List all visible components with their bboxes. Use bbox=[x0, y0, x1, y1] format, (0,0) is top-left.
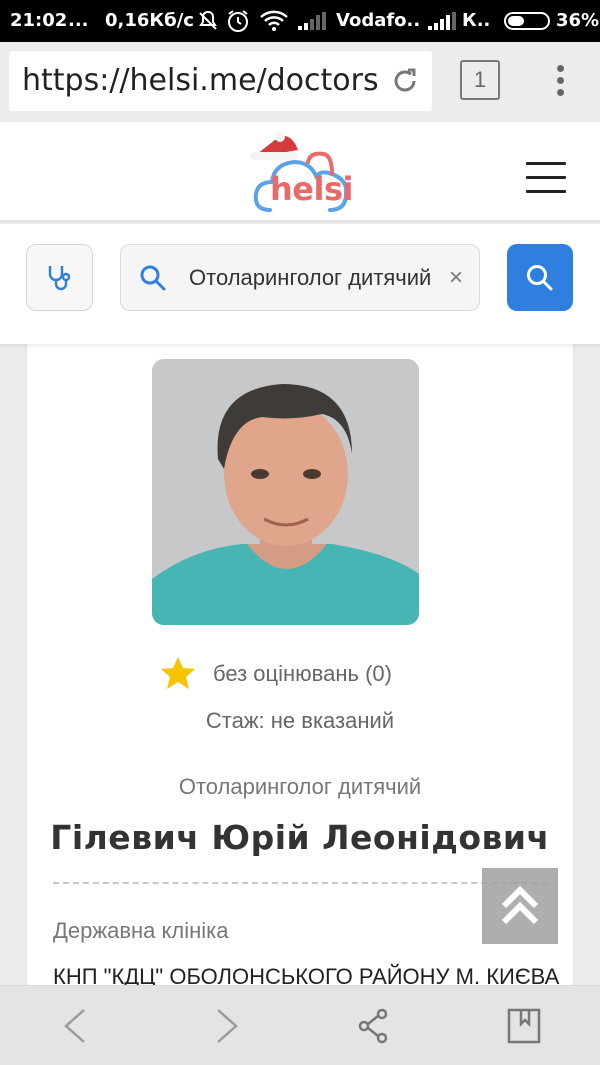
signal-icon bbox=[298, 12, 326, 30]
rating-text: без оцінювань (0) bbox=[213, 661, 392, 686]
signal-icon bbox=[428, 12, 456, 30]
status-speed: 0,16Кб/с bbox=[105, 10, 194, 31]
star-icon bbox=[161, 657, 195, 689]
status-carrier-2: К.. bbox=[462, 10, 491, 31]
doctor-name[interactable]: Гілевич Юрій Леонідович bbox=[27, 818, 573, 857]
search-input[interactable]: Отоларинголог дитячий × bbox=[120, 244, 480, 311]
back-icon[interactable] bbox=[56, 1006, 96, 1046]
divider bbox=[53, 882, 547, 884]
status-carrier-1: Vodafo.. bbox=[336, 10, 421, 31]
logo-text: helsi bbox=[270, 170, 353, 208]
stethoscope-icon bbox=[48, 266, 71, 291]
browser-bottom-nav bbox=[0, 985, 600, 1065]
specialty-filter-button[interactable] bbox=[26, 244, 93, 311]
search-section: Отоларинголог дитячий × bbox=[0, 224, 600, 344]
mute-icon bbox=[199, 10, 217, 30]
scroll-to-top-button[interactable] bbox=[482, 868, 558, 944]
status-dots: ... bbox=[68, 10, 89, 31]
url-text[interactable]: https://helsi.me/doctors bbox=[22, 51, 390, 111]
status-battery: 36% bbox=[556, 10, 600, 31]
clinic-name[interactable]: КНП "КДЦ" ОБОЛОНСЬКОГО РАЙОНУ М. КИЄВА bbox=[53, 964, 559, 985]
tabs-button[interactable]: 1 bbox=[460, 60, 500, 100]
double-chevron-up-icon bbox=[501, 885, 539, 925]
wifi-icon bbox=[260, 10, 288, 31]
alarm-icon bbox=[228, 10, 248, 32]
address-bar[interactable]: https://helsi.me/doctors bbox=[9, 51, 432, 111]
search-button[interactable] bbox=[507, 244, 573, 311]
battery-icon bbox=[504, 12, 550, 30]
helsi-logo[interactable]: helsi bbox=[248, 132, 354, 214]
forward-icon[interactable] bbox=[206, 1006, 246, 1046]
rating-row: без оцінювань (0) bbox=[27, 654, 573, 694]
doctor-photo[interactable] bbox=[152, 359, 419, 625]
reload-icon[interactable] bbox=[390, 66, 420, 96]
bookmarks-icon[interactable] bbox=[504, 1006, 544, 1046]
share-icon[interactable] bbox=[354, 1006, 394, 1046]
site-header: helsi bbox=[0, 122, 600, 222]
status-time: 21:02 bbox=[10, 10, 68, 31]
search-icon bbox=[527, 265, 553, 291]
search-icon bbox=[140, 265, 166, 291]
browser-toolbar: https://helsi.me/doctors 1 bbox=[0, 42, 600, 122]
more-menu-icon[interactable] bbox=[548, 62, 572, 102]
search-query-text[interactable]: Отоларинголог дитячий bbox=[189, 245, 437, 310]
clinic-type: Державна клініка bbox=[53, 918, 229, 943]
clear-search-icon[interactable]: × bbox=[449, 245, 463, 310]
doctor-portrait-image bbox=[152, 359, 419, 625]
status-bar: 21:02 ... 0,16Кб/с Vodafo.. К.. 36% bbox=[0, 0, 600, 42]
experience-text: Стаж: не вказаний bbox=[205, 708, 395, 733]
hamburger-menu-icon[interactable] bbox=[526, 162, 566, 194]
doctor-specialty: Отоларинголог дитячий bbox=[178, 774, 422, 799]
